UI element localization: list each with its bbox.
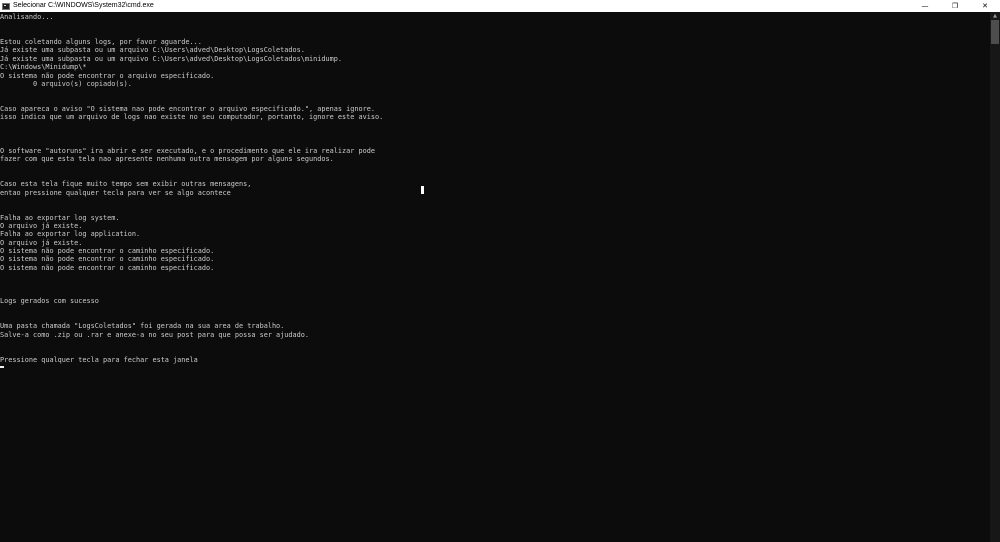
console-line: isso indica que um arquivo de logs nao e… (0, 113, 384, 122)
console-line: O sistema não pode encontrar o caminho e… (0, 255, 215, 264)
console-line: Caso esta tela fique muito tempo sem exi… (0, 180, 252, 189)
vertical-scrollbar[interactable]: ▲ (990, 12, 1000, 542)
console-line: Pressione qualquer tecla para fechar est… (0, 355, 198, 364)
console-line: Caso apareca o aviso "O sistema nao pode… (0, 104, 375, 113)
title-bar[interactable]: Selecionar C:\WINDOWS\System32\cmd.exe —… (0, 0, 1000, 12)
cmd-icon (2, 2, 10, 10)
console-line: C:\Windows\Minidump\* (0, 63, 87, 72)
console-lines: Analisando... Estou coletando alguns logs… (0, 13, 384, 369)
console-line: Estou coletando alguns logs, por favor a… (0, 38, 202, 47)
console-output[interactable]: Analisando... Estou coletando alguns logs… (0, 12, 990, 542)
window-title: Selecionar C:\WINDOWS\System32\cmd.exe (13, 2, 154, 9)
console-line: Uma pasta chamada "LogsColetados" foi ge… (0, 322, 285, 331)
console-line: O sistema não pode encontrar o arquivo e… (0, 71, 215, 80)
console-line: Já existe uma subpasta ou um arquivo C:\… (0, 54, 342, 63)
console-line: entao pressione qualquer tecla para ver … (0, 188, 231, 197)
window-controls: — ❐ ✕ (910, 0, 1000, 12)
console-line: Salve-a como .zip ou .rar e anexe-a no s… (0, 330, 310, 339)
console-line: fazer com que esta tela nao apresente ne… (0, 155, 334, 164)
console-line: Analisando... (0, 13, 54, 21)
console-line: O arquivo já existe. (0, 238, 83, 247)
console-line: O sistema não pode encontrar o caminho e… (0, 263, 215, 272)
scroll-up-arrow-icon[interactable]: ▲ (990, 12, 1000, 20)
console-line: Falha ao exportar log application. (0, 230, 141, 239)
close-button[interactable]: ✕ (970, 0, 1000, 12)
maximize-button[interactable]: ❐ (940, 0, 970, 12)
console-line: O sistema não pode encontrar o caminho e… (0, 247, 215, 256)
console-line: 0 arquivo(s) copiado(s). (0, 79, 132, 88)
scroll-thumb[interactable] (991, 20, 999, 44)
console-line: Já existe uma subpasta ou um arquivo C:\… (0, 46, 305, 55)
console-line: Logs gerados com sucesso (0, 297, 99, 306)
console-line: O software "autoruns" ira abrir e ser ex… (0, 146, 375, 155)
console-line: O arquivo já existe. (0, 221, 83, 230)
console-cursor (0, 366, 4, 369)
minimize-button[interactable]: — (910, 0, 940, 12)
text-select-cursor (421, 186, 424, 194)
console-line: Falha ao exportar log system. (0, 213, 120, 222)
